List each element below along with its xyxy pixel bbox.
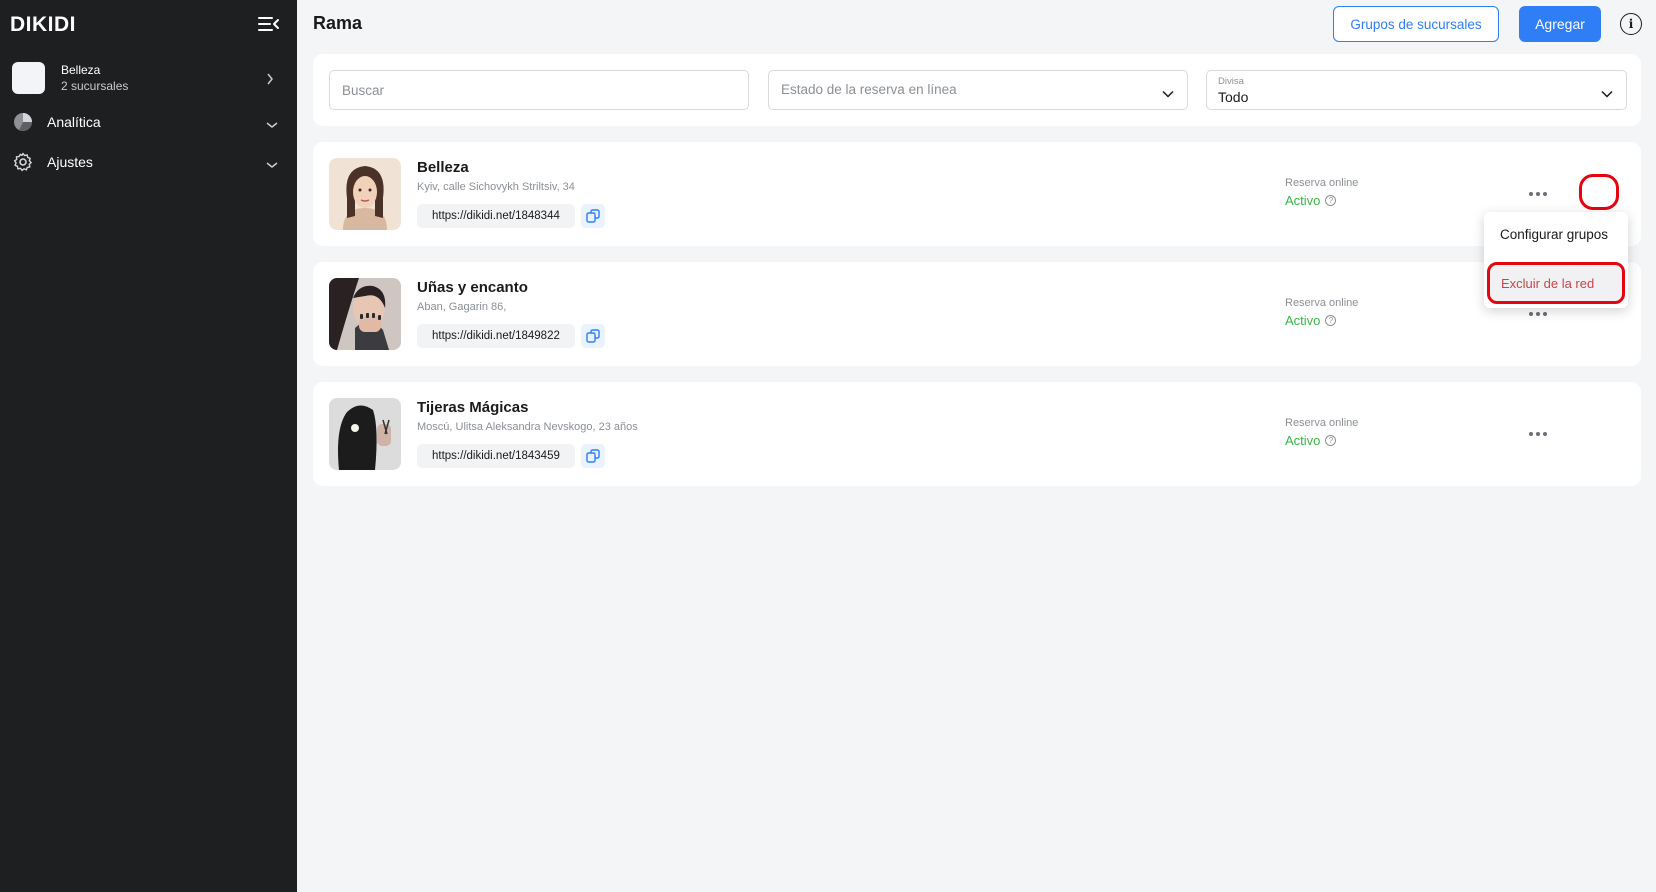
booking-status-placeholder: Estado de la reserva en línea: [781, 82, 957, 97]
help-icon[interactable]: ?: [1325, 315, 1337, 326]
dot: [1529, 192, 1533, 196]
currency-value: Todo: [1218, 89, 1249, 105]
online-booking-label: Reserva online: [1285, 177, 1359, 189]
sidebar-item-analytics[interactable]: Analítica: [12, 107, 287, 137]
sidebar-item-label: Ajustes: [47, 154, 93, 170]
menu-item-exclude-from-network[interactable]: Excluir de la red: [1487, 262, 1625, 304]
branch-address: Kyiv, calle Sichovykh Striltsiv, 34: [417, 181, 575, 193]
branch-card: Tijeras Mágicas Moscú, Ulitsa Aleksandra…: [313, 382, 1641, 486]
branch-context-menu: Configurar grupos Excluir de la red: [1484, 212, 1628, 308]
branch-card: Uñas y encanto Aban, Gagarin 86, https:/…: [313, 262, 1641, 366]
currency-select[interactable]: Divisa Todo: [1206, 70, 1627, 110]
sidebar-item-settings[interactable]: Ajustes: [12, 147, 287, 177]
chevron-down-icon: [1162, 85, 1174, 103]
account-switcher[interactable]: Belleza 2 sucursales: [12, 62, 287, 94]
filter-panel: Estado de la reserva en línea Divisa Tod…: [313, 54, 1641, 126]
branch-photo: [329, 158, 401, 230]
status-value: Activo: [1285, 193, 1321, 208]
status-badge: Activo ?: [1285, 193, 1337, 208]
copy-icon[interactable]: [581, 204, 605, 228]
dot: [1536, 192, 1540, 196]
online-booking-label: Reserva online: [1285, 297, 1359, 309]
currency-label: Divisa: [1218, 76, 1244, 87]
info-icon[interactable]: i: [1620, 13, 1642, 35]
highlight-ring: [1579, 174, 1619, 210]
status-value: Activo: [1285, 313, 1321, 328]
add-button[interactable]: Agregar: [1519, 6, 1601, 42]
dot: [1536, 432, 1540, 436]
branch-link[interactable]: https://dikidi.net/1848344: [417, 204, 575, 228]
search-field: [329, 70, 749, 110]
dot: [1536, 312, 1540, 316]
logo: DIKIDI: [10, 13, 76, 36]
chevron-down-icon: [266, 116, 278, 132]
status-badge: Activo ?: [1285, 433, 1337, 448]
online-booking-label: Reserva online: [1285, 417, 1359, 429]
account-subtitle: 2 sucursales: [61, 78, 129, 93]
search-input[interactable]: [330, 71, 748, 109]
branch-photo: [329, 278, 401, 350]
help-icon[interactable]: ?: [1325, 195, 1337, 206]
dot: [1529, 312, 1533, 316]
dot: [1543, 312, 1547, 316]
booking-status-select[interactable]: Estado de la reserva en línea: [768, 70, 1188, 110]
dot: [1529, 432, 1533, 436]
page-title: Rama: [313, 13, 363, 33]
chevron-right-icon: [266, 72, 274, 90]
branch-link[interactable]: https://dikidi.net/1849822: [417, 324, 575, 348]
menu-item-label: Excluir de la red: [1501, 276, 1595, 291]
branch-name: Belleza: [417, 159, 469, 176]
more-options-button[interactable]: [1522, 180, 1554, 208]
dot: [1543, 432, 1547, 436]
status-badge: Activo ?: [1285, 313, 1337, 328]
help-icon[interactable]: ?: [1325, 435, 1337, 446]
gear-icon: [12, 151, 34, 173]
branch-groups-button[interactable]: Grupos de sucursales: [1333, 6, 1499, 42]
sidebar: DIKIDI Belleza 2 sucursales Analítica Aj…: [0, 0, 297, 892]
branch-name: Tijeras Mágicas: [417, 399, 529, 416]
avatar: [12, 62, 45, 94]
branch-link[interactable]: https://dikidi.net/1843459: [417, 444, 575, 468]
copy-icon[interactable]: [581, 324, 605, 348]
chevron-down-icon: [266, 156, 278, 172]
branch-address: Aban, Gagarin 86,: [417, 301, 507, 313]
branch-address: Moscú, Ulitsa Aleksandra Nevskogo, 23 añ…: [417, 421, 638, 433]
pie-chart-icon: [12, 111, 34, 133]
more-options-button[interactable]: [1522, 420, 1554, 448]
status-value: Activo: [1285, 433, 1321, 448]
sidebar-item-label: Analítica: [47, 114, 101, 130]
copy-icon[interactable]: [581, 444, 605, 468]
collapse-menu-icon[interactable]: [258, 14, 280, 34]
branch-name: Uñas y encanto: [417, 279, 528, 296]
branch-card: Belleza Kyiv, calle Sichovykh Striltsiv,…: [313, 142, 1641, 246]
dot: [1543, 192, 1547, 196]
account-name: Belleza: [61, 62, 101, 77]
menu-item-configure-groups[interactable]: Configurar grupos: [1500, 227, 1608, 242]
chevron-down-icon: [1601, 85, 1613, 103]
branch-photo: [329, 398, 401, 470]
